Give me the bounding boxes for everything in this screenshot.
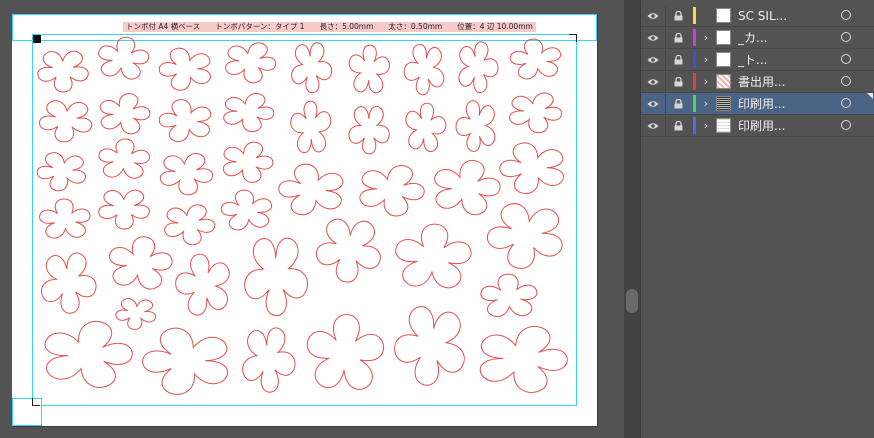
layer-row[interactable]: › _ト... [641, 49, 874, 71]
lock-icon[interactable] [665, 27, 690, 48]
lock-icon[interactable] [665, 49, 690, 70]
flower-shape[interactable] [405, 102, 447, 152]
flower-shapes-layer [36, 36, 568, 395]
chevron-right-icon[interactable]: › [696, 31, 716, 44]
eye-icon[interactable] [641, 72, 665, 92]
flower-shape[interactable] [244, 237, 309, 316]
flower-shape[interactable] [455, 100, 496, 152]
flower-shape[interactable] [39, 198, 91, 239]
layer-thumbnail [716, 52, 731, 67]
layer-color-swatch [693, 7, 696, 24]
flower-shape[interactable] [164, 204, 216, 246]
layer-thumbnail [716, 118, 731, 133]
flower-shape[interactable] [403, 43, 445, 96]
flower-shape[interactable] [479, 326, 568, 393]
target-circle-icon[interactable] [841, 98, 851, 108]
flower-shape[interactable] [290, 100, 332, 153]
flower-shape[interactable] [98, 138, 150, 179]
flower-shape[interactable] [458, 41, 499, 93]
layer-row[interactable]: SC SIL... [641, 5, 874, 27]
vertical-scrollbar[interactable] [624, 0, 640, 438]
eye-icon[interactable] [641, 28, 665, 48]
eye-icon[interactable] [641, 6, 665, 26]
flower-shape[interactable] [44, 321, 133, 388]
eye-icon[interactable] [641, 94, 665, 114]
flower-shape[interactable] [348, 106, 390, 155]
flower-shape[interactable] [175, 253, 230, 316]
layer-row[interactable]: › 印刷用... [641, 115, 874, 137]
eye-icon[interactable] [641, 50, 665, 70]
layer-thumbnail [716, 96, 731, 111]
flower-shape[interactable] [158, 47, 211, 91]
flower-shape[interactable] [41, 252, 97, 314]
flower-shape[interactable] [159, 153, 214, 196]
lock-icon[interactable] [665, 93, 690, 114]
flower-shape[interactable] [306, 314, 385, 390]
flower-shape[interactable] [291, 42, 333, 94]
flower-shape[interactable] [225, 42, 277, 84]
chevron-right-icon[interactable]: › [696, 75, 716, 88]
layer-row[interactable]: › _カ... [641, 27, 874, 49]
layer-list: SC SIL... › _カ... › _ト... › 書出用... › 印刷用... › 印刷用.… [641, 5, 874, 137]
target-circle-icon[interactable] [841, 32, 851, 42]
flower-shape[interactable] [98, 189, 150, 230]
target-circle-icon[interactable] [841, 76, 851, 86]
flower-shape[interactable] [39, 100, 93, 143]
canvas-area[interactable]: トンボ付 A4 横ベース トンボパターン：タイプ 1 長さ：5.00mm 太さ：… [0, 0, 624, 438]
flower-shape[interactable] [242, 327, 296, 393]
flower-shape[interactable] [509, 92, 563, 134]
flower-shape[interactable] [222, 141, 274, 183]
flower-shape[interactable] [499, 142, 564, 194]
layer-thumbnail [716, 30, 731, 45]
flower-shape[interactable] [509, 38, 561, 80]
flower-shape[interactable] [434, 160, 501, 216]
flower-shape[interactable] [480, 273, 538, 317]
flower-shape[interactable] [98, 36, 150, 80]
flower-shape[interactable] [315, 218, 381, 283]
chevron-right-icon[interactable]: › [696, 97, 716, 110]
layer-thumbnail [716, 74, 731, 89]
flower-shape[interactable] [99, 93, 151, 135]
flower-shape[interactable] [278, 163, 344, 216]
selection-indicator [867, 93, 873, 99]
flower-shape[interactable] [359, 165, 425, 217]
flower-shape[interactable] [220, 189, 272, 231]
flower-shape[interactable] [348, 44, 390, 94]
lock-icon[interactable] [665, 5, 690, 26]
flower-shape[interactable] [486, 203, 563, 269]
eye-icon[interactable] [641, 116, 665, 136]
flower-shape[interactable] [109, 236, 173, 290]
flower-shape[interactable] [37, 50, 89, 93]
lock-icon[interactable] [665, 115, 690, 136]
layer-row[interactable]: › 書出用... [641, 71, 874, 93]
lock-icon[interactable] [665, 71, 690, 92]
chevron-right-icon[interactable]: › [696, 53, 716, 66]
target-circle-icon[interactable] [841, 10, 851, 20]
flower-shape[interactable] [142, 327, 228, 395]
flower-shape[interactable] [158, 99, 212, 143]
flower-shape[interactable] [223, 93, 275, 133]
layer-thumbnail [716, 8, 731, 23]
layer-row[interactable]: › 印刷用... [641, 93, 874, 115]
chevron-right-icon[interactable]: › [696, 119, 716, 132]
flower-shape[interactable] [395, 223, 472, 289]
flower-shape[interactable] [36, 152, 86, 192]
flower-shape[interactable] [394, 306, 465, 386]
target-circle-icon[interactable] [841, 120, 851, 130]
target-circle-icon[interactable] [841, 54, 851, 64]
scrollbar-thumb[interactable] [626, 289, 638, 313]
layers-panel: SC SIL... › _カ... › _ト... › 書出用... › 印刷用... › 印刷用.… [640, 0, 874, 438]
flower-shape[interactable] [115, 298, 156, 330]
